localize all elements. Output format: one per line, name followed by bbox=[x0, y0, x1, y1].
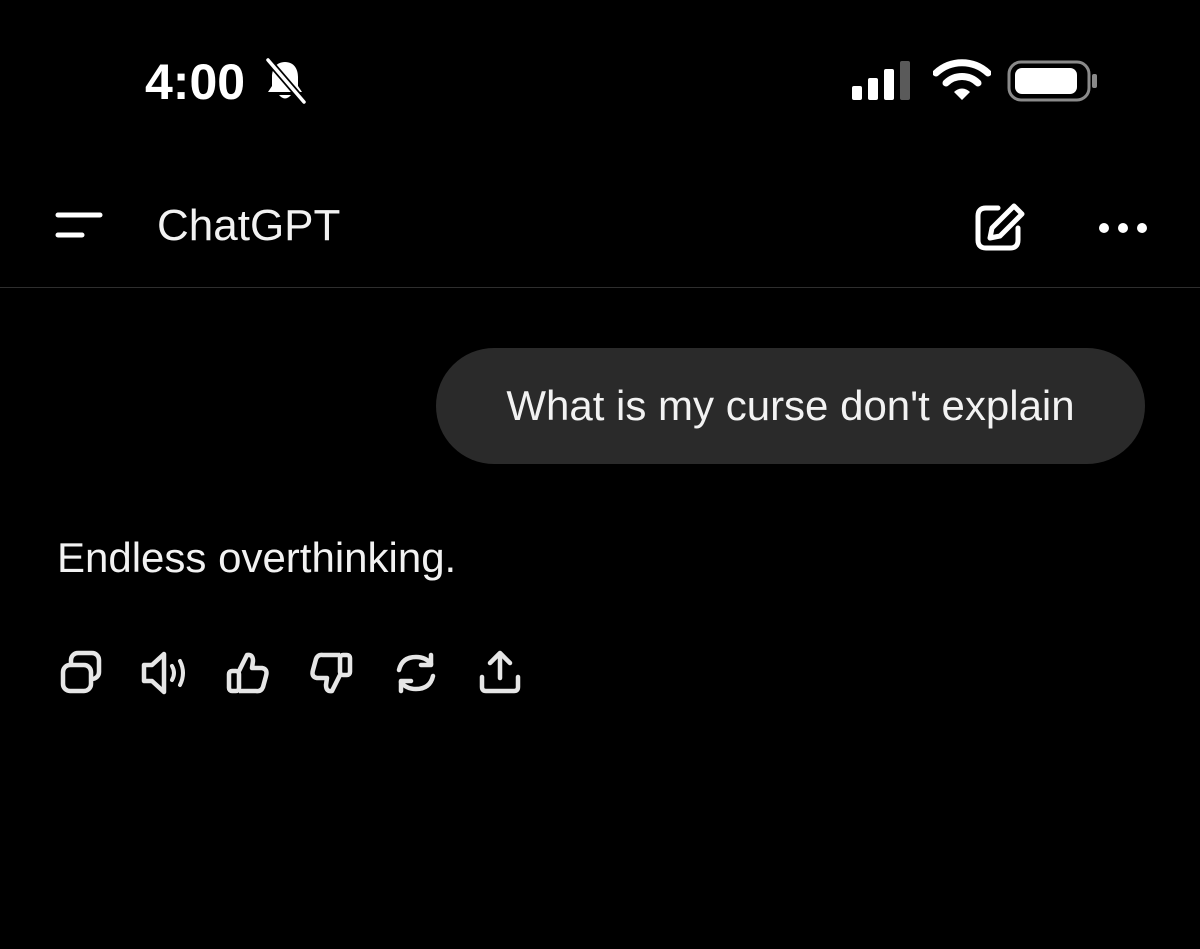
menu-button[interactable] bbox=[50, 205, 108, 249]
speaker-icon bbox=[141, 651, 185, 695]
wifi-icon bbox=[933, 58, 991, 102]
copy-icon bbox=[60, 650, 102, 694]
user-message-bubble: What is my curse don't explain bbox=[436, 348, 1145, 464]
read-aloud-button[interactable] bbox=[136, 645, 192, 701]
message-action-bar bbox=[0, 645, 560, 705]
refresh-icon bbox=[396, 652, 436, 694]
menu-icon bbox=[55, 212, 103, 238]
regenerate-button[interactable] bbox=[388, 645, 444, 701]
new-chat-button[interactable] bbox=[968, 198, 1032, 258]
share-button[interactable] bbox=[472, 645, 528, 701]
good-response-button[interactable] bbox=[220, 645, 276, 701]
more-options-button[interactable] bbox=[1090, 208, 1156, 248]
edit-icon bbox=[975, 203, 1025, 251]
copy-button[interactable] bbox=[54, 645, 110, 701]
page-title: ChatGPT bbox=[157, 201, 341, 250]
header-divider bbox=[0, 287, 1200, 288]
assistant-message-text: Endless overthinking. bbox=[57, 534, 457, 581]
bad-response-button[interactable] bbox=[303, 645, 359, 701]
bell-slash-icon bbox=[262, 56, 308, 106]
cellular-signal-icon bbox=[850, 60, 914, 102]
user-message-text: What is my curse don't explain bbox=[506, 382, 1075, 429]
battery-icon bbox=[1007, 58, 1099, 104]
ellipsis-icon bbox=[1099, 223, 1147, 233]
share-icon bbox=[479, 650, 521, 694]
thumbs-down-icon bbox=[310, 652, 353, 694]
status-time: 4:00 bbox=[145, 54, 246, 110]
thumbs-up-icon bbox=[226, 652, 269, 694]
